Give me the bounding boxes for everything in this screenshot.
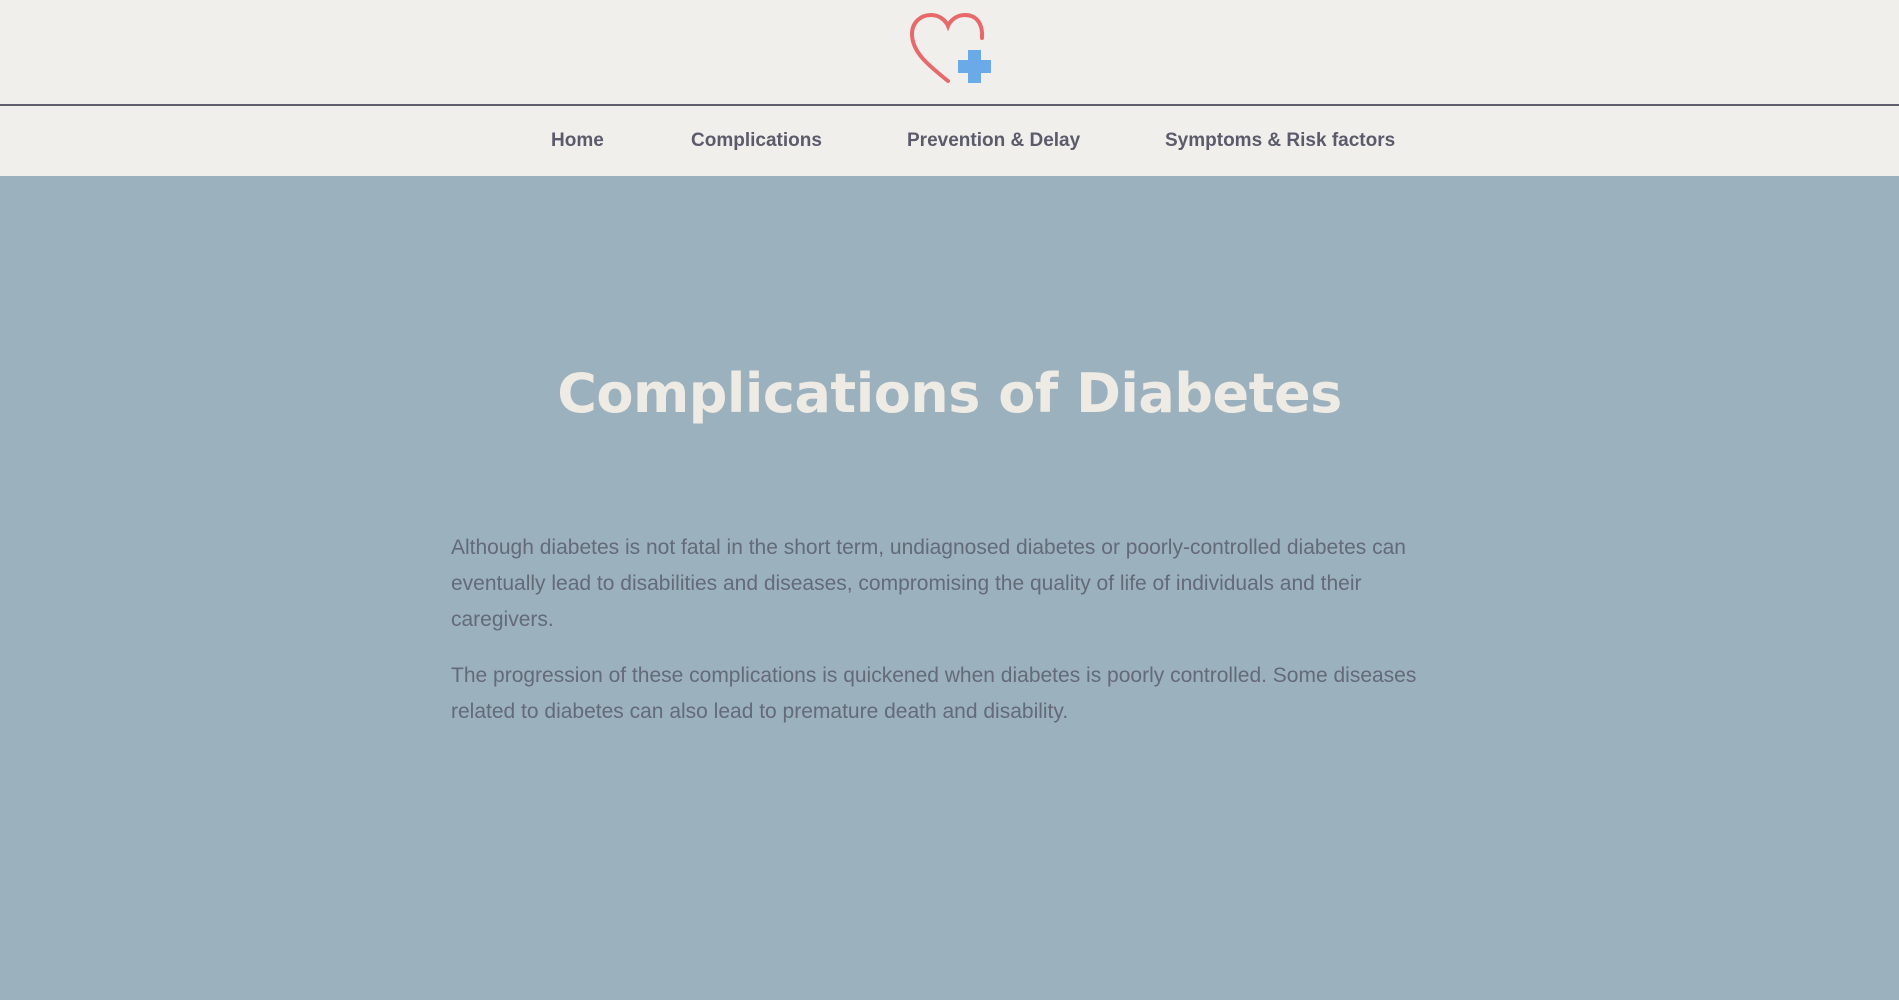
article-body: Although diabetes is not fatal in the sh…: [451, 530, 1461, 750]
nav-item-complications[interactable]: Complications: [691, 130, 822, 152]
nav-item-symptoms-risk-factors[interactable]: Symptoms & Risk factors: [1165, 130, 1395, 152]
paragraph-progression: The progression of these complications i…: [451, 664, 1417, 723]
paragraph-intro: Although diabetes is not fatal in the sh…: [451, 536, 1406, 631]
site-header: Home Complications Prevention & Delay Sy…: [0, 0, 1899, 176]
main-content: Complications of Diabetes Although diabe…: [0, 176, 1899, 1000]
heart-plus-icon: [909, 12, 991, 83]
main-nav: Home Complications Prevention & Delay Sy…: [0, 106, 1899, 176]
nav-item-prevention-delay[interactable]: Prevention & Delay: [907, 130, 1080, 152]
logo[interactable]: [908, 10, 992, 88]
page-title: Complications of Diabetes: [557, 362, 1342, 425]
nav-item-home[interactable]: Home: [551, 130, 604, 152]
